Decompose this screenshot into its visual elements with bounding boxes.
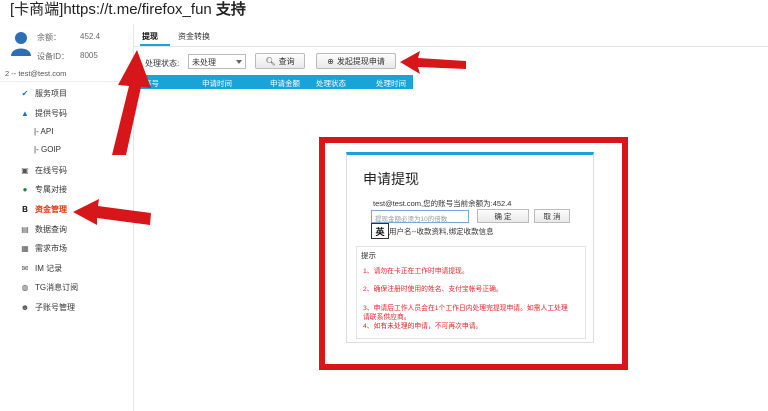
- cancel-button[interactable]: 取 消: [534, 209, 570, 223]
- balance-value: 452.4: [80, 32, 101, 41]
- ime-indicator: 英: [371, 223, 389, 239]
- sidebar-subitem-goip[interactable]: |- GOIP: [34, 145, 61, 154]
- tab-withdraw[interactable]: 提现: [142, 31, 158, 42]
- sidebar-item-label: 服务项目: [35, 88, 67, 98]
- sidebar-item-label: 数据查询: [35, 224, 67, 234]
- sidebar-item-demand-market[interactable]: ▦ 需求市场: [20, 242, 67, 254]
- banner-support: 支持: [215, 1, 246, 18]
- banner-bracket: [卡商端]: [10, 1, 64, 18]
- confirm-button[interactable]: 确 定: [477, 209, 529, 223]
- tab-fund-transfer[interactable]: 资金转换: [178, 31, 210, 42]
- search-icon: 🔍︎: [265, 56, 276, 66]
- apply-withdraw-label: 发起提现申请: [336, 56, 385, 66]
- device-id-label: 设备ID：: [37, 52, 69, 61]
- sidebar-item-label: 子账号管理: [35, 302, 75, 312]
- data-icon: ▤: [21, 224, 29, 234]
- status-select-value: 未处理: [192, 58, 216, 67]
- withdraw-dialog: 申请提现 test@test.com,您的账号当前余额为:452.4 提现金额必…: [346, 152, 594, 343]
- arrow-to-apply-button: [400, 51, 466, 74]
- collection-info-link[interactable]: 用户名--收款资料,绑定收款信息: [389, 226, 494, 237]
- balance-label: 余额：: [37, 33, 61, 42]
- sidebar: 余额： 452.4 设备ID： 8005 2 -- test@test.com …: [0, 24, 134, 411]
- service-icon: ✔: [21, 88, 29, 98]
- withdraw-icon: ⊕: [327, 56, 334, 66]
- sidebar-item-label: 需求市场: [35, 243, 67, 253]
- table-header: 序号 申请时间 申请金额 处理状态 处理时间: [140, 75, 413, 89]
- sidebar-item-dedicated-connect[interactable]: ● 专属对接: [20, 183, 67, 195]
- fund-icon: B: [22, 204, 28, 214]
- column-header: 申请金额: [270, 79, 300, 88]
- tips-box: 提示 1、请勿在卡正在工作时申请提现。 2、确保注册时使用的姓名、支付宝帐号正确…: [356, 246, 586, 339]
- sidebar-item-label: 资金管理: [35, 204, 67, 214]
- online-icon: ▣: [21, 165, 29, 175]
- sidebar-item-fund-management[interactable]: B 资金管理: [20, 203, 67, 215]
- sidebar-item-label: TG消息订阅: [35, 282, 79, 292]
- connect-icon: ●: [22, 184, 28, 194]
- tab-divider: [134, 46, 768, 47]
- market-icon: ▦: [21, 243, 29, 253]
- sidebar-item-label: 在线号码: [35, 165, 67, 175]
- status-filter-label: 处理状态:: [145, 59, 180, 68]
- column-header: 申请时间: [202, 79, 232, 88]
- banner-url[interactable]: https://t.me/firefox_fun: [63, 1, 211, 18]
- subaccount-icon: ☻: [20, 302, 30, 312]
- tg-icon: ◍: [21, 282, 29, 292]
- apply-withdraw-button[interactable]: ⊕ 发起提现申请: [316, 53, 396, 69]
- tip-line: 1、请勿在卡正在工作时申请提现。: [363, 268, 469, 275]
- sidebar-item-label: IM 记录: [35, 263, 63, 273]
- status-select[interactable]: 未处理: [188, 54, 246, 69]
- dialog-balance-info: test@test.com,您的账号当前余额为:452.4: [373, 199, 512, 208]
- column-header: 处理时间: [376, 79, 406, 88]
- tips-title: 提示: [361, 251, 376, 260]
- withdraw-amount-input[interactable]: 提现金额必须为10的倍数: [371, 210, 469, 223]
- page-banner: [卡商端]https://t.me/firefox_fun 支持: [10, 0, 246, 20]
- query-button[interactable]: 🔍︎ 查询: [255, 53, 305, 69]
- device-id-value: 8005: [80, 51, 98, 60]
- chevron-down-icon: [236, 60, 242, 64]
- sidebar-item-subaccount[interactable]: ☻ 子账号管理: [20, 301, 75, 313]
- column-header: 处理状态: [316, 79, 346, 88]
- sidebar-item-tg-subscription[interactable]: ◍ TG消息订阅: [20, 281, 79, 293]
- column-header: 序号: [144, 79, 159, 88]
- sidebar-subitem-api[interactable]: |- API: [34, 127, 53, 136]
- tip-line: 4、如有未处理的申请，不可再次申请。: [363, 323, 483, 330]
- sidebar-item-online-number[interactable]: ▣ 在线号码: [20, 164, 67, 176]
- phone-icon: ▲: [21, 108, 29, 118]
- sidebar-divider: [0, 81, 133, 82]
- sidebar-item-label: 专属对接: [35, 184, 67, 194]
- query-button-label: 查询: [278, 56, 295, 66]
- avatar-icon: [11, 32, 31, 56]
- dialog-title: 申请提现: [363, 171, 419, 187]
- sidebar-item-service[interactable]: ✔ 服务项目: [20, 87, 67, 99]
- sidebar-item-data-query[interactable]: ▤ 数据查询: [20, 223, 67, 235]
- sidebar-item-provide-number[interactable]: ▲ 提供号码: [20, 107, 67, 119]
- sidebar-item-im-records[interactable]: ✉ IM 记录: [20, 262, 62, 274]
- user-line: 2 -- test@test.com: [5, 69, 67, 78]
- sidebar-item-label: 提供号码: [35, 108, 67, 118]
- tip-line: 2、确保注册时使用的姓名、支付宝帐号正确。: [363, 286, 503, 293]
- mail-icon: ✉: [21, 263, 29, 273]
